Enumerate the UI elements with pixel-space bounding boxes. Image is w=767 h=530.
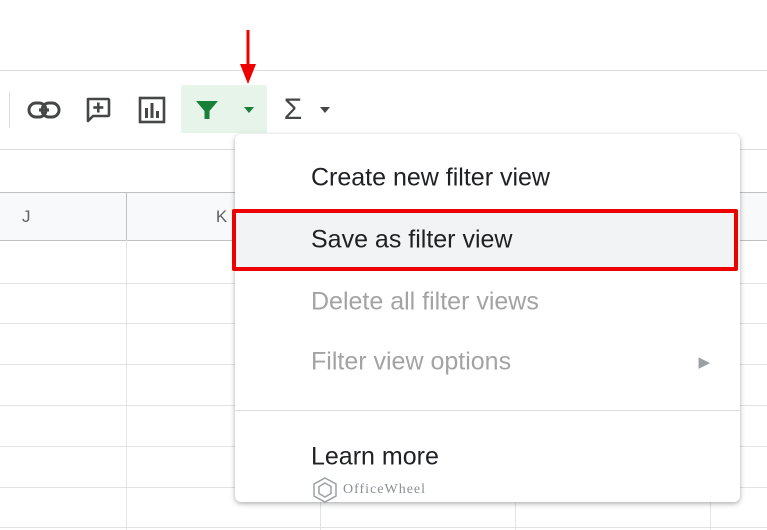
insert-chart-button[interactable] — [134, 90, 170, 130]
functions-button[interactable]: Σ — [278, 90, 308, 130]
toolbar-divider — [9, 92, 10, 128]
menu-item-filter-view-options: Filter view options ▶ — [235, 332, 740, 392]
filter-dropdown-icon — [244, 107, 254, 113]
menu-item-label: Filter view options — [311, 347, 512, 376]
chart-icon — [138, 96, 166, 124]
insert-comment-button[interactable] — [80, 90, 116, 130]
watermark-logo-icon — [313, 477, 337, 503]
filter-icon — [196, 101, 218, 119]
watermark: OfficeWheel — [313, 477, 426, 503]
menu-separator — [235, 410, 740, 411]
filter-button[interactable] — [188, 90, 226, 130]
menu-item-learn-more[interactable]: Learn more — [235, 427, 740, 487]
column-header-label: J — [22, 206, 31, 226]
insert-link-button[interactable] — [24, 90, 64, 130]
filter-views-menu: Create new filter view Save as filter vi… — [235, 134, 740, 502]
filter-views-dropdown-button[interactable] — [234, 90, 264, 130]
grid-row-line — [0, 527, 767, 528]
comment-icon — [86, 97, 111, 123]
column-header-label: K — [215, 206, 228, 226]
menu-item-label: Learn more — [311, 442, 439, 471]
menu-item-label: Delete all filter views — [311, 287, 539, 316]
menu-item-create-new-filter-view[interactable]: Create new filter view — [235, 148, 740, 208]
submenu-arrow-icon: ▶ — [698, 354, 710, 371]
menu-item-delete-all-filter-views: Delete all filter views — [235, 272, 740, 332]
menu-item-label: Create new filter view — [311, 163, 550, 192]
functions-dropdown-button[interactable] — [312, 90, 338, 130]
link-icon — [27, 101, 61, 119]
watermark-text: OfficeWheel — [343, 482, 427, 497]
column-header-j[interactable]: J — [0, 193, 127, 240]
annotation-arrow-icon — [240, 30, 256, 84]
functions-icon: Σ — [283, 93, 303, 126]
annotation-highlight-box — [232, 209, 738, 271]
chevron-down-icon — [320, 107, 330, 113]
